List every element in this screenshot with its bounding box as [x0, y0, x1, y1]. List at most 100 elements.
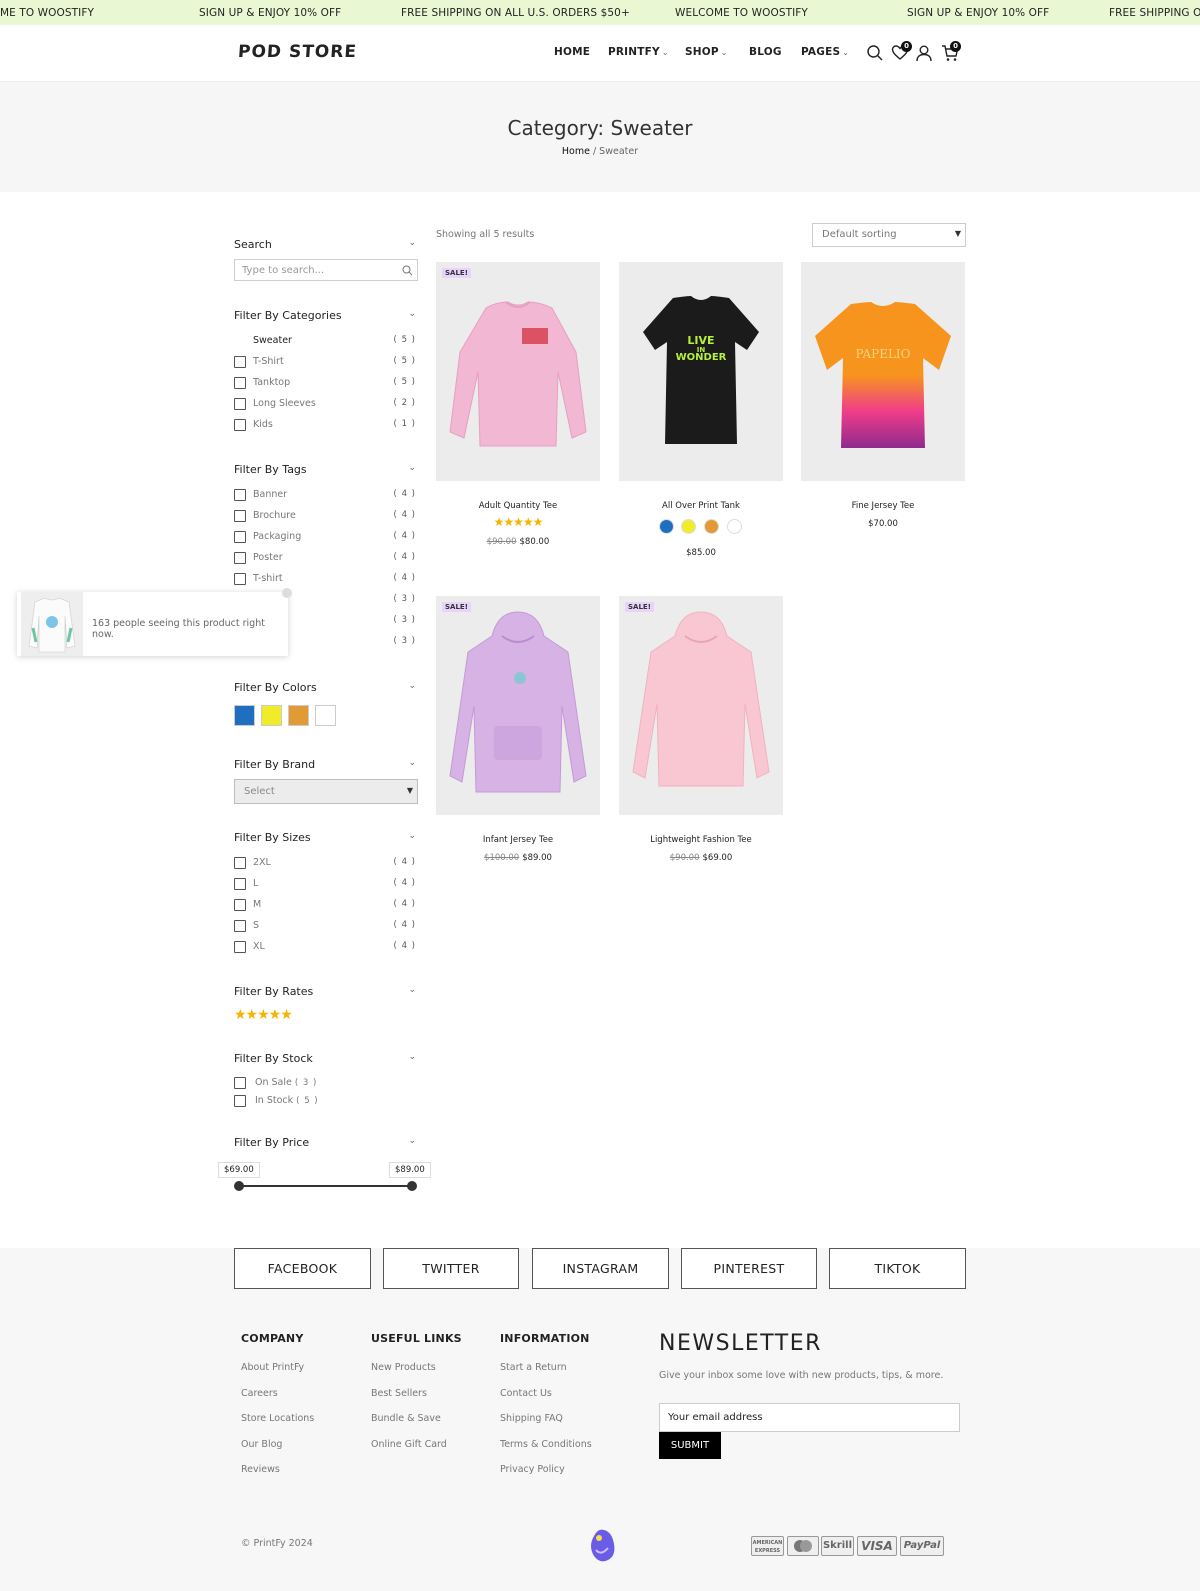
close-icon[interactable] — [282, 588, 292, 598]
product-name[interactable]: All Over Print Tank — [619, 501, 783, 511]
checkbox[interactable] — [234, 878, 246, 890]
newsletter-submit-button[interactable]: SUBMIT — [659, 1432, 721, 1459]
color-swatch-blue[interactable] — [234, 705, 255, 726]
checkbox[interactable] — [234, 489, 246, 501]
sort-select[interactable]: Default sorting ▼ — [812, 223, 966, 247]
rating-filter-stars[interactable]: ★★★★★ — [234, 1007, 293, 1023]
tag-item[interactable]: Banner( 4 ) — [234, 488, 418, 502]
color-swatch-white[interactable] — [315, 705, 336, 726]
footer-link[interactable]: Shipping FAQ — [500, 1413, 563, 1424]
nav-home[interactable]: HOME — [554, 46, 590, 58]
checkbox[interactable] — [234, 941, 246, 953]
price-filter-title[interactable]: Filter By Price ⌄ — [234, 1136, 418, 1149]
footer-link[interactable]: Careers — [241, 1388, 278, 1399]
footer-link[interactable]: Privacy Policy — [500, 1464, 565, 1475]
color-swatch-orange[interactable] — [704, 519, 719, 534]
breadcrumb-home[interactable]: Home — [562, 146, 590, 157]
user-icon[interactable] — [915, 44, 933, 62]
stock-item[interactable]: In Stock ( 5 ) — [234, 1094, 418, 1108]
heart-icon[interactable]: 0 — [891, 41, 912, 62]
product-card[interactable]: SALE! Infant Jersey Tee $100.00 $89.00 — [436, 596, 600, 866]
cart-icon[interactable]: 0 — [941, 41, 961, 62]
product-image[interactable]: SALE! — [619, 596, 783, 815]
footer-link[interactable]: Bundle & Save — [371, 1413, 441, 1424]
footer-link[interactable]: Terms & Conditions — [500, 1439, 592, 1450]
social-tiktok-button[interactable]: TIKTOK — [829, 1248, 966, 1289]
newsletter-email-input[interactable]: Your email address — [659, 1403, 960, 1432]
size-item[interactable]: L( 4 ) — [234, 877, 418, 891]
price-slider-max-handle[interactable] — [407, 1181, 417, 1191]
checkbox[interactable] — [234, 356, 246, 368]
category-item[interactable]: Long Sleeves( 2 ) — [234, 397, 418, 411]
checkbox[interactable] — [234, 398, 246, 410]
color-swatch-yellow[interactable] — [261, 705, 282, 726]
price-slider-track[interactable] — [239, 1185, 412, 1187]
nav-blog[interactable]: BLOG — [749, 46, 782, 58]
checkbox[interactable] — [234, 531, 246, 543]
search-filter-title[interactable]: Search ⌄ — [234, 238, 418, 251]
category-item[interactable]: Sweater( 5 ) — [234, 334, 418, 348]
size-item[interactable]: XL( 4 ) — [234, 940, 418, 954]
product-image[interactable]: LIVE IN WONDER — [619, 262, 783, 481]
social-facebook-button[interactable]: FACEBOOK — [234, 1248, 371, 1289]
color-swatch-yellow[interactable] — [681, 519, 696, 534]
product-name[interactable]: Adult Quantity Tee — [436, 501, 600, 511]
checkbox[interactable] — [234, 419, 246, 431]
checkbox[interactable] — [234, 573, 246, 585]
tag-item[interactable]: Packaging( 4 ) — [234, 530, 418, 544]
price-slider-min-handle[interactable] — [234, 1181, 244, 1191]
size-item[interactable]: 2XL( 4 ) — [234, 856, 418, 870]
size-item[interactable]: M( 4 ) — [234, 898, 418, 912]
footer-link[interactable]: Reviews — [241, 1464, 280, 1475]
rates-filter-title[interactable]: Filter By Rates ⌄ — [234, 985, 418, 998]
sidebar-search-input[interactable]: Type to search... — [234, 259, 418, 281]
product-image[interactable]: SALE! — [436, 596, 600, 815]
search-icon[interactable] — [866, 44, 884, 62]
checkbox[interactable] — [234, 899, 246, 911]
tags-filter-title[interactable]: Filter By Tags ⌄ — [234, 463, 418, 476]
size-item[interactable]: S( 4 ) — [234, 919, 418, 933]
social-twitter-button[interactable]: TWITTER — [383, 1248, 519, 1289]
tag-item[interactable]: Poster( 4 ) — [234, 551, 418, 565]
checkbox[interactable] — [234, 1077, 246, 1089]
checkbox[interactable] — [234, 510, 246, 522]
product-image[interactable]: PAPELIO — [801, 262, 965, 481]
nav-shop[interactable]: SHOP ⌄ — [685, 46, 728, 58]
stock-item[interactable]: On Sale ( 3 ) — [234, 1076, 418, 1090]
category-item[interactable]: Tanktop( 5 ) — [234, 376, 418, 390]
checkbox[interactable] — [234, 1095, 246, 1107]
checkbox[interactable] — [234, 377, 246, 389]
product-name[interactable]: Infant Jersey Tee — [436, 835, 600, 845]
social-pinterest-button[interactable]: PINTEREST — [681, 1248, 817, 1289]
category-item[interactable]: T-Shirt( 5 ) — [234, 355, 418, 369]
footer-link[interactable]: Store Locations — [241, 1413, 314, 1424]
category-item[interactable]: Kids( 1 ) — [234, 418, 418, 432]
product-name[interactable]: Lightweight Fashion Tee — [619, 835, 783, 845]
footer-link[interactable]: Our Blog — [241, 1439, 282, 1450]
checkbox[interactable] — [234, 857, 246, 869]
nav-pages[interactable]: PAGES ⌄ — [801, 46, 849, 58]
footer-link[interactable]: About PrintFy — [241, 1362, 304, 1373]
footer-link[interactable]: Start a Return — [500, 1362, 567, 1373]
product-card[interactable]: SALE! Lightweight Fashion Tee $90.00 $69.… — [619, 596, 783, 866]
footer-link[interactable]: New Products — [371, 1362, 436, 1373]
brand-select[interactable]: Select ▼ — [234, 779, 418, 804]
product-card[interactable]: LIVE IN WONDER All Over Print Tank $85.0… — [619, 262, 783, 562]
checkbox[interactable] — [234, 920, 246, 932]
social-instagram-button[interactable]: INSTAGRAM — [532, 1248, 669, 1289]
product-name[interactable]: Fine Jersey Tee — [801, 501, 965, 511]
stock-filter-title[interactable]: Filter By Stock ⌄ — [234, 1052, 418, 1065]
categories-filter-title[interactable]: Filter By Categories ⌄ — [234, 309, 418, 322]
footer-link[interactable]: Best Sellers — [371, 1388, 427, 1399]
sizes-filter-title[interactable]: Filter By Sizes ⌄ — [234, 831, 418, 844]
footer-link[interactable]: Contact Us — [500, 1388, 552, 1399]
tag-item[interactable]: Brochure( 4 ) — [234, 509, 418, 523]
product-image[interactable]: SALE! — [436, 262, 600, 481]
color-swatch-white[interactable] — [727, 519, 742, 534]
nav-printfy[interactable]: PRINTFY ⌄ — [608, 46, 669, 58]
footer-link[interactable]: Online Gift Card — [371, 1439, 447, 1450]
product-card[interactable]: PAPELIO Fine Jersey Tee $70.00 — [801, 262, 965, 532]
color-swatch-orange[interactable] — [288, 705, 309, 726]
tag-item[interactable]: T-shirt( 4 ) — [234, 572, 418, 586]
checkbox[interactable] — [234, 552, 246, 564]
